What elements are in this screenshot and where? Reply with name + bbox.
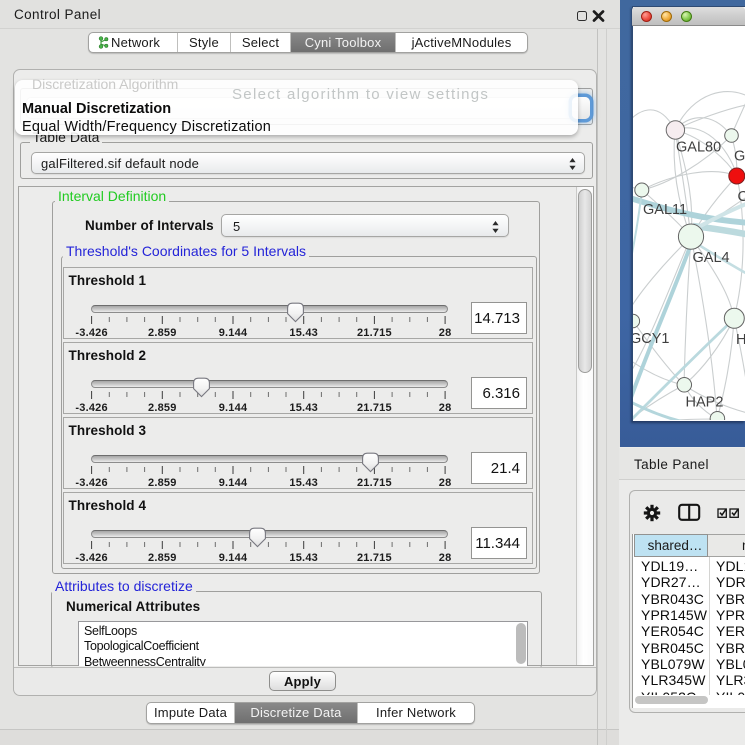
svg-text:GCY1: GCY1 (633, 331, 670, 347)
svg-text:GAL4: GAL4 (693, 250, 730, 266)
svg-text:GAL80: GAL80 (676, 140, 721, 156)
svg-text:HAP2: HAP2 (686, 395, 724, 411)
svg-text:GA: GA (734, 149, 745, 165)
svg-text:GAL11: GAL11 (643, 202, 687, 218)
svg-text:H: H (736, 332, 745, 348)
svg-text:C: C (738, 189, 745, 205)
